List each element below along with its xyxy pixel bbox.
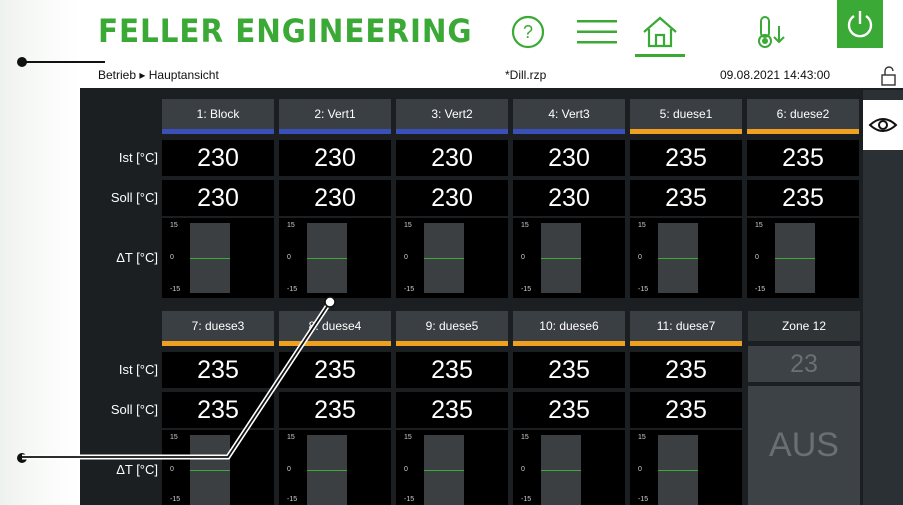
callout-target: [324, 296, 336, 308]
callout-overlay: [17, 57, 336, 463]
callout-line-bottom: [22, 301, 331, 458]
callout-dot-top: [17, 57, 27, 67]
callout-line-bottom-halo: [22, 300, 333, 460]
